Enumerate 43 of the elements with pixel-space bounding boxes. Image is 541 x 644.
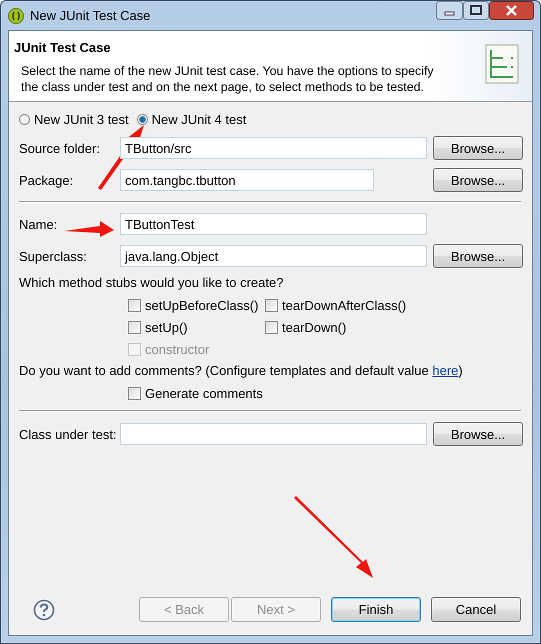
text-field[interactable]: TButtonTest: [120, 213, 427, 235]
footer-button[interactable]: Finish: [331, 597, 421, 622]
field-label: Superclass:: [19, 248, 87, 264]
here-link[interactable]: here: [432, 363, 458, 378]
browse-button[interactable]: Browse...: [433, 422, 523, 446]
page-title: JUnit Test Case: [14, 40, 112, 55]
text-field[interactable]: com.tangbc.tbutton: [120, 169, 374, 191]
radio-label[interactable]: New JUnit 4 test: [152, 112, 246, 126]
maximize-icon[interactable]: [463, 1, 489, 20]
text-field[interactable]: [120, 423, 427, 445]
radio-label[interactable]: New JUnit 3 test: [34, 112, 129, 126]
checkbox-label[interactable]: Generate comments: [145, 386, 263, 400]
browse-button[interactable]: Browse...: [433, 244, 523, 268]
text-field[interactable]: TButton/src: [120, 137, 427, 159]
field-label: Source folder:: [19, 140, 100, 156]
checkbox-label[interactable]: tearDown(): [282, 320, 346, 334]
help-icon[interactable]: [33, 598, 55, 620]
annotation-arrow: [64, 221, 114, 237]
checkbox-label[interactable]: setUp(): [145, 320, 188, 334]
checkbox-label[interactable]: setUpBeforeClass(): [145, 298, 258, 312]
field-label: Package:: [19, 172, 74, 188]
checkbox[interactable]: [128, 298, 141, 312]
checkbox-label[interactable]: tearDownAfterClass(): [282, 298, 406, 312]
radio-button[interactable]: [136, 114, 148, 124]
text-field[interactable]: java.lang.Object: [120, 245, 427, 267]
radio-button[interactable]: [19, 114, 30, 124]
window-title: New JUnit Test Case: [30, 8, 152, 23]
browse-button[interactable]: Browse...: [433, 168, 523, 192]
checkbox[interactable]: [128, 320, 141, 334]
page-description: Select the name of the new JUnit test case. You have the options to specify the class under test and on the next page, to select methods to be tested.: [20, 63, 435, 95]
close-icon[interactable]: [489, 1, 534, 20]
minimize-icon[interactable]: [436, 1, 463, 20]
checkbox[interactable]: [128, 386, 141, 400]
browse-button[interactable]: Browse...: [433, 136, 523, 160]
checkbox[interactable]: [265, 320, 278, 334]
app-icon: [8, 8, 24, 24]
checkbox[interactable]: [265, 298, 278, 312]
footer-button[interactable]: Cancel: [431, 597, 521, 622]
stubs-question: Which method stubs would you like to create?: [19, 274, 284, 292]
field-label: Class under test:: [19, 426, 117, 442]
wizard-icon: [485, 44, 519, 84]
comments-prompt: Do you want to add comments? (Configure templates and default value here): [19, 362, 464, 380]
field-label: Name:: [19, 216, 58, 232]
